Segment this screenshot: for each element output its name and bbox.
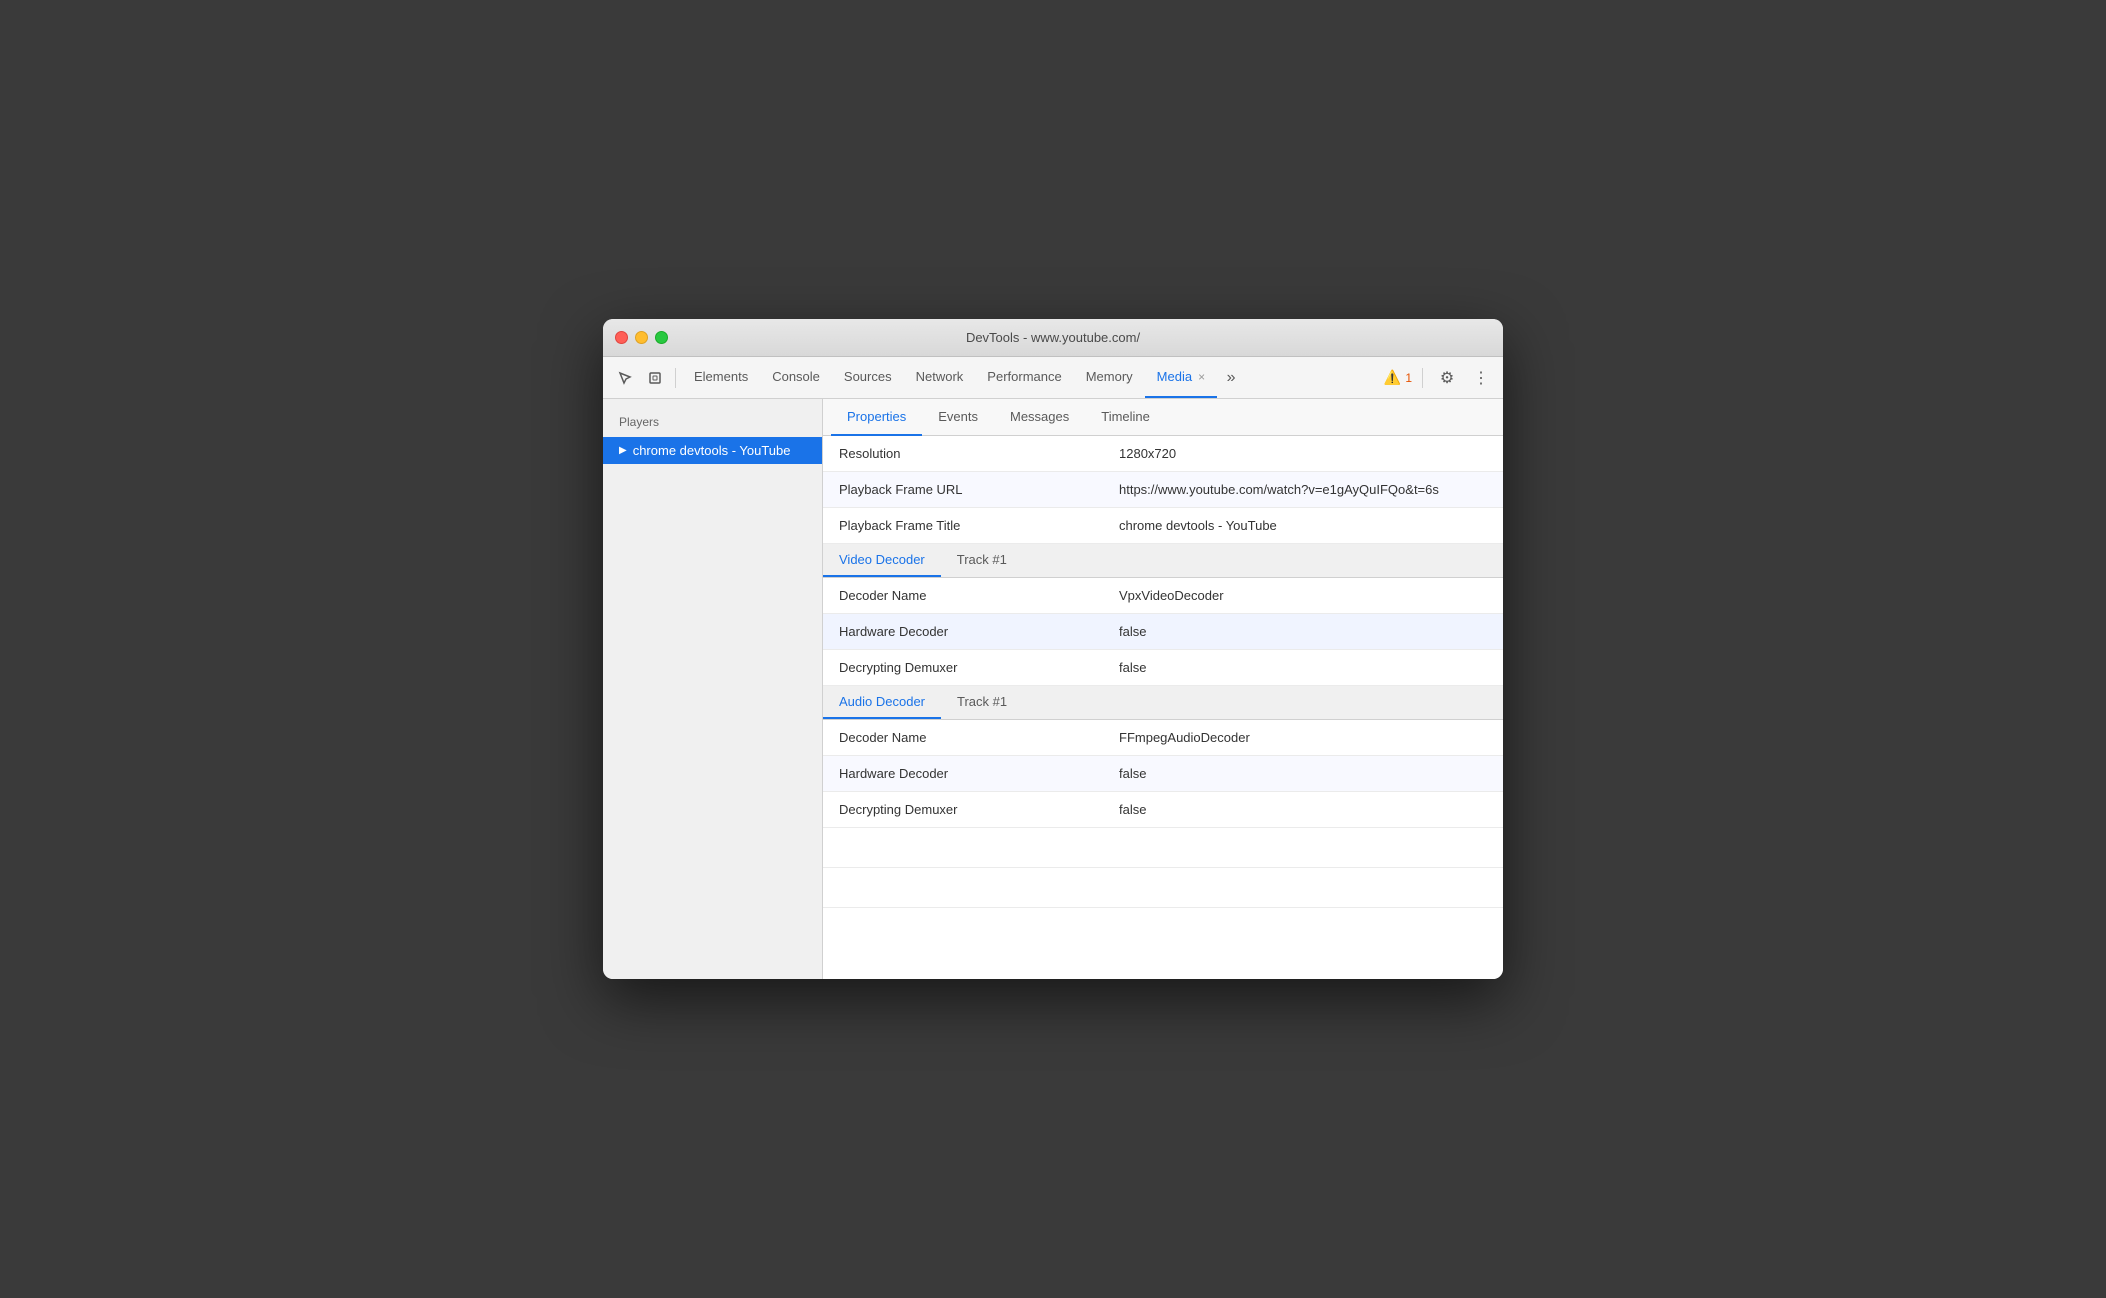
tab-performance[interactable]: Performance (975, 357, 1073, 398)
tab-network[interactable]: Network (904, 357, 976, 398)
sidebar-title: Players (603, 411, 822, 437)
section-tab-audio-track1[interactable]: Track #1 (941, 686, 1023, 719)
prop-row-video-decrypt-demux: Decrypting Demuxer false (823, 650, 1503, 686)
toolbar-tabs: Elements Console Sources Network Perform… (682, 357, 1382, 398)
settings-button[interactable]: ⚙ (1433, 364, 1461, 392)
maximize-button[interactable] (655, 331, 668, 344)
minimize-button[interactable] (635, 331, 648, 344)
prop-label-video-decoder-name: Decoder Name (823, 580, 1103, 611)
prop-row-audio-hw-decoder: Hardware Decoder false (823, 756, 1503, 792)
tab-events[interactable]: Events (922, 399, 994, 436)
warning-icon: ⚠️ (1384, 369, 1401, 386)
prop-value-video-hw-decoder: false (1103, 616, 1503, 647)
prop-value-playback-title: chrome devtools - YouTube (1103, 510, 1503, 541)
prop-label-playback-title: Playback Frame Title (823, 510, 1103, 541)
tab-elements[interactable]: Elements (682, 357, 760, 398)
warning-count: 1 (1405, 371, 1412, 385)
prop-label-video-decrypt-demux: Decrypting Demuxer (823, 652, 1103, 683)
tab-properties[interactable]: Properties (831, 399, 922, 436)
prop-label-audio-decoder-name: Decoder Name (823, 722, 1103, 753)
prop-value-audio-decrypt-demux: false (1103, 794, 1503, 825)
prop-row-audio-decrypt-demux: Decrypting Demuxer false (823, 792, 1503, 828)
more-options-button[interactable]: ⋮ (1467, 364, 1495, 392)
inspect-icon[interactable] (641, 364, 669, 392)
devtools-window: DevTools - www.youtube.com/ Elements Con… (603, 319, 1503, 979)
more-tabs-button[interactable]: » (1217, 364, 1245, 392)
prop-value-video-decoder-name: VpxVideoDecoder (1103, 580, 1503, 611)
prop-value-audio-hw-decoder: false (1103, 758, 1503, 789)
prop-value-resolution: 1280x720 (1103, 438, 1503, 469)
tab-media-close[interactable]: × (1198, 370, 1205, 384)
prop-row-empty-1 (823, 828, 1503, 868)
section-tab-video-track1[interactable]: Track #1 (941, 544, 1023, 577)
prop-label-playback-url: Playback Frame URL (823, 474, 1103, 505)
close-button[interactable] (615, 331, 628, 344)
tab-memory[interactable]: Memory (1074, 357, 1145, 398)
devtools-toolbar: Elements Console Sources Network Perform… (603, 357, 1503, 399)
prop-label-resolution: Resolution (823, 438, 1103, 469)
tab-console[interactable]: Console (760, 357, 832, 398)
prop-label-audio-hw-decoder: Hardware Decoder (823, 758, 1103, 789)
players-sidebar: Players ▶ chrome devtools - YouTube (603, 399, 823, 979)
prop-row-playback-url: Playback Frame URL https://www.youtube.c… (823, 472, 1503, 508)
prop-row-audio-decoder-name: Decoder Name FFmpegAudioDecoder (823, 720, 1503, 756)
prop-row-playback-title: Playback Frame Title chrome devtools - Y… (823, 508, 1503, 544)
main-content: Players ▶ chrome devtools - YouTube Prop… (603, 399, 1503, 979)
prop-row-video-hw-decoder: Hardware Decoder false (823, 614, 1503, 650)
tab-media[interactable]: Media × (1145, 357, 1217, 398)
prop-row-resolution: Resolution 1280x720 (823, 436, 1503, 472)
tab-timeline[interactable]: Timeline (1085, 399, 1166, 436)
prop-row-video-decoder-name: Decoder Name VpxVideoDecoder (823, 578, 1503, 614)
section-tab-video-decoder[interactable]: Video Decoder (823, 544, 941, 577)
toolbar-separator-2 (1422, 368, 1423, 388)
prop-value-video-decrypt-demux: false (1103, 652, 1503, 683)
properties-table: Resolution 1280x720 Playback Frame URL h… (823, 436, 1503, 979)
titlebar: DevTools - www.youtube.com/ (603, 319, 1503, 357)
content-area: Properties Events Messages Timeline Reso… (823, 399, 1503, 979)
prop-value-audio-decoder-name: FFmpegAudioDecoder (1103, 722, 1503, 753)
toolbar-right: ⚠️ 1 ⚙ ⋮ (1384, 364, 1495, 392)
toolbar-separator-1 (675, 368, 676, 388)
video-decoder-section-header: Video Decoder Track #1 (823, 544, 1503, 578)
audio-decoder-section-header: Audio Decoder Track #1 (823, 686, 1503, 720)
content-tabs: Properties Events Messages Timeline (823, 399, 1503, 436)
prop-label-audio-decrypt-demux: Decrypting Demuxer (823, 794, 1103, 825)
prop-row-empty-2 (823, 868, 1503, 908)
tab-sources[interactable]: Sources (832, 357, 904, 398)
cursor-icon[interactable] (611, 364, 639, 392)
tab-messages[interactable]: Messages (994, 399, 1085, 436)
window-title: DevTools - www.youtube.com/ (966, 330, 1140, 345)
sidebar-arrow-icon: ▶ (619, 445, 627, 456)
prop-label-video-hw-decoder: Hardware Decoder (823, 616, 1103, 647)
traffic-lights (615, 331, 668, 344)
sidebar-item-youtube[interactable]: ▶ chrome devtools - YouTube (603, 437, 822, 464)
prop-value-playback-url: https://www.youtube.com/watch?v=e1gAyQuI… (1103, 474, 1503, 505)
section-tab-audio-decoder[interactable]: Audio Decoder (823, 686, 941, 719)
warning-badge[interactable]: ⚠️ 1 (1384, 369, 1412, 386)
